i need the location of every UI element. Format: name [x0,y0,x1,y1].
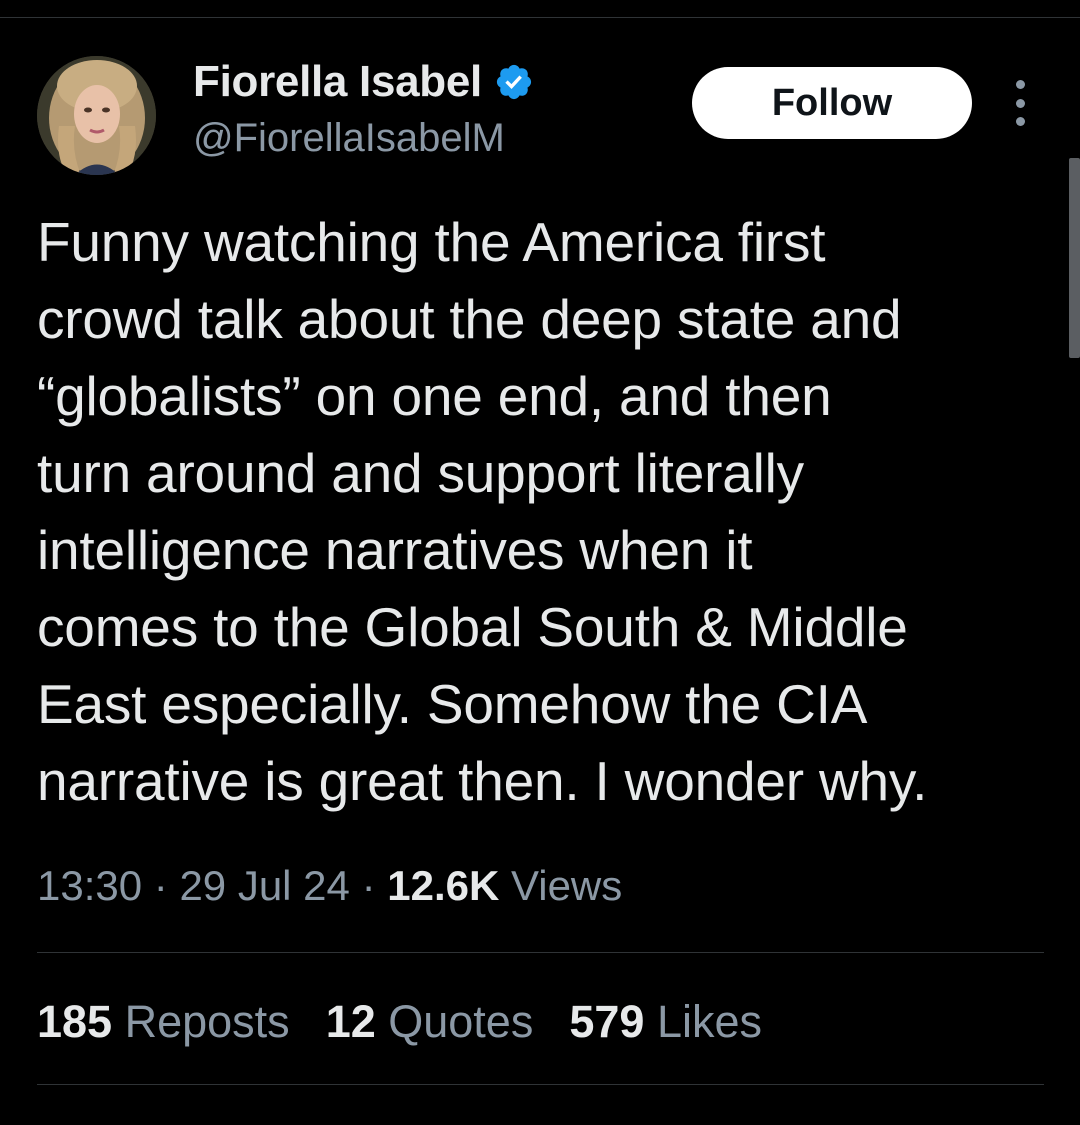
likes-stat[interactable]: 579 Likes [569,996,762,1048]
views-label: Views [499,862,623,909]
name-row: Fiorella Isabel [193,57,534,107]
tweet-meta: 13:30 · 29 Jul 24 · 12.6K Views [37,862,622,910]
likes-count: 579 [569,996,645,1047]
top-divider [0,17,1080,18]
quotes-stat[interactable]: 12 Quotes [326,996,534,1048]
likes-label: Likes [644,996,762,1047]
meta-separator: · [349,862,388,909]
tweet-date[interactable]: 29 Jul 24 [179,862,349,909]
more-dot [1015,98,1025,108]
tweet-time[interactable]: 13:30 [37,862,142,909]
engagement-stats: 185 Reposts 12 Quotes 579 Likes [37,996,798,1048]
more-dot [1015,80,1025,89]
avatar[interactable] [37,56,156,175]
verified-badge-icon[interactable] [494,62,534,102]
views-count: 12.6K [387,862,500,909]
more-dot [1015,117,1025,126]
reposts-label: Reposts [112,996,290,1047]
divider [37,1084,1044,1085]
meta-separator: · [142,862,180,909]
follow-button[interactable]: Follow [692,67,972,139]
scrollbar[interactable] [1069,158,1080,358]
display-name[interactable]: Fiorella Isabel [193,57,482,107]
quotes-count: 12 [325,996,376,1047]
user-handle[interactable]: @FiorellaIsabelM [193,116,505,161]
reposts-count: 185 [37,996,113,1047]
profile-photo [37,56,156,175]
divider [37,952,1044,953]
tweet-text: Funny watching the America first crowd t… [37,211,928,812]
more-options-icon[interactable] [1006,80,1034,126]
quotes-label: Quotes [375,996,534,1047]
reposts-stat[interactable]: 185 Reposts [37,996,290,1048]
